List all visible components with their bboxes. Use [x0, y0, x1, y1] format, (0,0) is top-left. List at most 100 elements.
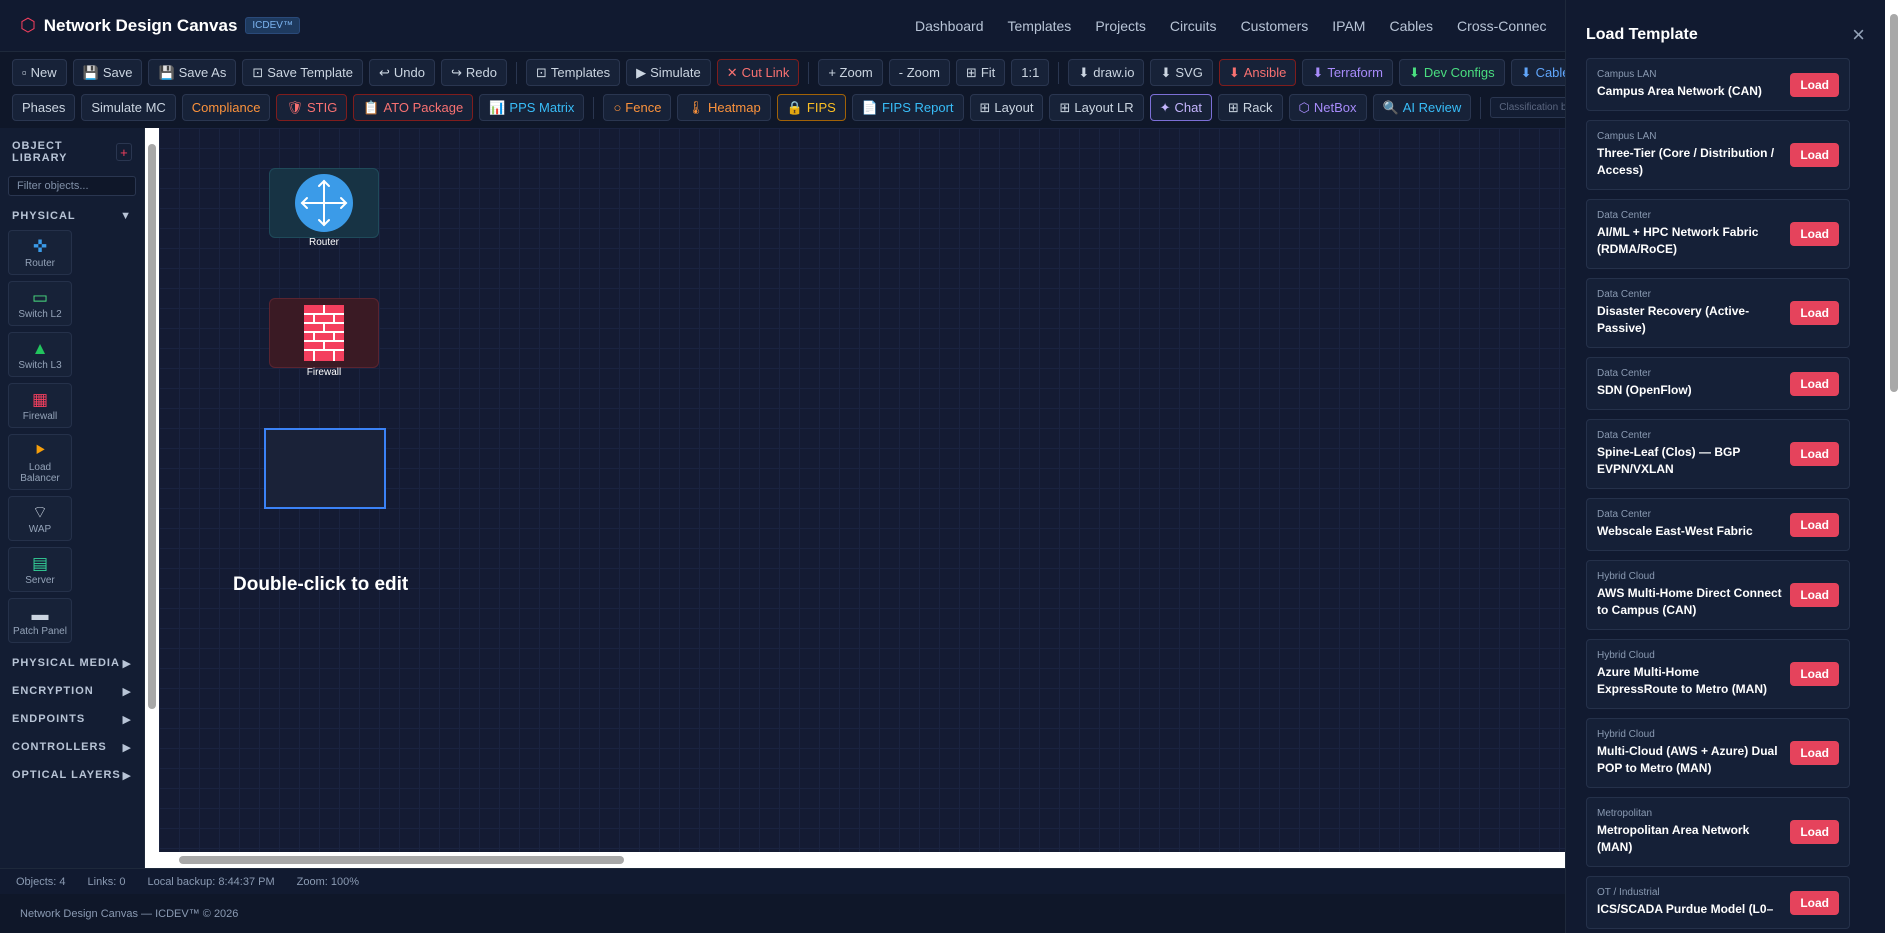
nav-templates[interactable]: Templates: [1008, 18, 1072, 34]
dev-configs-button[interactable]: ⬇ Dev Configs: [1398, 59, 1505, 86]
caret-right-icon: ▶: [122, 713, 132, 726]
layout-button[interactable]: ⊞ Layout: [969, 94, 1044, 121]
section-controllers[interactable]: CONTROLLERS ▶: [0, 733, 144, 761]
library-item-patch-panel[interactable]: ▬ Patch Panel: [8, 598, 72, 643]
panel-scrollbar[interactable]: [1885, 0, 1904, 933]
templates-button[interactable]: ⊡ Templates: [525, 59, 621, 86]
section-encryption[interactable]: ENCRYPTION ▶: [0, 677, 144, 705]
load-template-button[interactable]: Load: [1790, 512, 1839, 537]
chat-button[interactable]: ✦ Chat: [1149, 94, 1213, 121]
load-template-button[interactable]: Load: [1790, 890, 1839, 915]
layout-lr-button[interactable]: ⊞ Layout LR: [1049, 94, 1144, 121]
load-template-button[interactable]: Load: [1790, 442, 1839, 466]
design-canvas[interactable]: Router Firewall Double-click to edit: [159, 128, 1565, 852]
simulate-mc-button[interactable]: Simulate MC: [81, 94, 176, 121]
zoom-in-button[interactable]: + Zoom: [818, 59, 883, 86]
brand[interactable]: ⬡ Network Design Canvas ICDEV™: [0, 15, 300, 36]
save-button[interactable]: 💾 Save: [72, 59, 143, 86]
ai-review-button[interactable]: 🔍 AI Review: [1372, 94, 1472, 121]
export-terraform-button[interactable]: ⬇ Terraform: [1302, 59, 1393, 86]
load-template-button[interactable]: Load: [1790, 222, 1839, 246]
heatmap-button[interactable]: 🌡 Heatmap: [677, 94, 771, 121]
library-item-router[interactable]: ✜ Router: [8, 230, 72, 275]
load-template-button[interactable]: Load: [1790, 820, 1839, 844]
phases-button[interactable]: Phases: [12, 94, 76, 121]
netbox-button[interactable]: ⬡ NetBox: [1288, 94, 1367, 121]
section-physical[interactable]: PHYSICAL ▼: [0, 202, 144, 230]
template-card[interactable]: Data Center Webscale East-West Fabric Load: [1586, 498, 1850, 551]
template-card[interactable]: Campus LAN Three-Tier (Core / Distributio…: [1586, 120, 1850, 190]
export-drawio-button[interactable]: ⬇ draw.io: [1068, 59, 1145, 86]
scrollbar-thumb[interactable]: [179, 856, 624, 864]
library-item-switch-l3[interactable]: ▲ Switch L3: [8, 332, 72, 377]
actual-size-button[interactable]: 1:1: [1011, 59, 1050, 86]
library-item-server[interactable]: ▤ Server: [8, 547, 72, 592]
template-card[interactable]: Data Center SDN (OpenFlow) Load: [1586, 357, 1850, 410]
save-template-button[interactable]: ⊡ Save Template: [242, 59, 364, 86]
library-item-switch-l2[interactable]: ▭ Switch L2: [8, 281, 72, 326]
cable-plant-button[interactable]: ⬇Cable Plant: [1510, 59, 1565, 86]
ato-package-button[interactable]: 📋 ATO Package: [353, 94, 474, 121]
library-item-load-balancer[interactable]: ⯈ Load Balancer: [8, 434, 72, 490]
add-object-button[interactable]: +: [115, 143, 132, 161]
close-icon[interactable]: ×: [1852, 22, 1865, 48]
cut-link-button[interactable]: ✕ Cut Link: [716, 59, 800, 86]
fence-button[interactable]: ○ Fence: [603, 94, 672, 121]
template-card[interactable]: Data Center Disaster Recovery (Active-Pas…: [1586, 278, 1850, 348]
toolbar-secondary: Phases Simulate MC Compliance 🛡 STIG 📋 ATO…: [0, 90, 1565, 125]
pps-matrix-button[interactable]: 📊 PPS Matrix: [479, 94, 585, 121]
template-card[interactable]: Hybrid Cloud AWS Multi-Home Direct Connec…: [1586, 560, 1850, 630]
nav-dashboard[interactable]: Dashboard: [915, 18, 984, 34]
template-card[interactable]: OT / Industrial ICS/SCADA Purdue Model (L…: [1586, 876, 1850, 929]
load-template-button[interactable]: Load: [1790, 662, 1839, 686]
undo-button[interactable]: ↩ Undo: [369, 59, 435, 86]
rack-button[interactable]: ⊞ Rack: [1218, 94, 1283, 121]
library-item-wap[interactable]: ⌔ WAP: [8, 496, 72, 541]
nav-cross-connect[interactable]: Cross-Connec: [1457, 18, 1546, 34]
template-card[interactable]: Data Center Spine-Leaf (Clos) — BGP EVPN/…: [1586, 419, 1850, 489]
export-ansible-button[interactable]: ⬇ Ansible: [1218, 59, 1297, 86]
scrollbar-thumb[interactable]: [148, 144, 156, 709]
nav-projects[interactable]: Projects: [1095, 18, 1146, 34]
canvas-horizontal-scrollbar[interactable]: [159, 852, 1565, 868]
section-physical-media[interactable]: PHYSICAL MEDIA ▶: [0, 649, 144, 677]
router-node[interactable]: [269, 168, 379, 238]
load-template-button[interactable]: Load: [1790, 72, 1839, 97]
new-button[interactable]: ▫ New: [12, 59, 67, 86]
compliance-button[interactable]: Compliance: [181, 94, 271, 121]
template-card[interactable]: Campus LAN Campus Area Network (CAN) Load: [1586, 58, 1850, 111]
redo-button[interactable]: ↪ Redo: [441, 59, 507, 86]
section-optical-layers[interactable]: OPTICAL LAYERS ▶: [0, 761, 144, 789]
filter-objects-input[interactable]: Filter objects...: [8, 176, 136, 196]
template-card[interactable]: Hybrid Cloud Azure Multi-Home ExpressRout…: [1586, 639, 1850, 709]
sidebar-scrollbar[interactable]: [145, 128, 159, 868]
template-card[interactable]: Data Center AI/ML + HPC Network Fabric (R…: [1586, 199, 1850, 269]
save-as-button[interactable]: 💾 Save As: [148, 59, 237, 86]
simulate-button[interactable]: ▶ Simulate: [626, 59, 711, 86]
load-template-button[interactable]: Load: [1790, 371, 1839, 396]
fips-button[interactable]: 🔒 FIPS: [776, 94, 846, 121]
nav-ipam[interactable]: IPAM: [1332, 18, 1365, 34]
selected-text-node[interactable]: [264, 428, 386, 509]
firewall-node[interactable]: [269, 298, 379, 368]
template-card[interactable]: Hybrid Cloud Multi-Cloud (AWS + Azure) Du…: [1586, 718, 1850, 788]
load-template-button[interactable]: Load: [1790, 143, 1839, 167]
load-template-button[interactable]: Load: [1790, 741, 1839, 765]
library-item-firewall[interactable]: ▦ Firewall: [8, 383, 72, 428]
fit-button[interactable]: ⊞ Fit: [955, 59, 1006, 86]
export-svg-button[interactable]: ⬇ SVG: [1150, 59, 1213, 86]
template-card[interactable]: Metropolitan Metropolitan Area Network (M…: [1586, 797, 1850, 867]
fips-report-button[interactable]: 📄 FIPS Report: [851, 94, 964, 121]
scrollbar-thumb[interactable]: [1890, 14, 1898, 392]
zoom-out-button[interactable]: - Zoom: [888, 59, 950, 86]
nav-circuits[interactable]: Circuits: [1170, 18, 1217, 34]
nav-customers[interactable]: Customers: [1241, 18, 1309, 34]
stig-button[interactable]: 🛡 STIG: [276, 94, 348, 121]
load-template-button[interactable]: Load: [1790, 301, 1839, 325]
nav-cables[interactable]: Cables: [1389, 18, 1433, 34]
section-endpoints[interactable]: ENDPOINTS ▶: [0, 705, 144, 733]
template-info: Data Center AI/ML + HPC Network Fabric (R…: [1597, 210, 1782, 258]
classification-banner-input[interactable]: Classification banner...: [1490, 97, 1565, 118]
load-template-button[interactable]: Load: [1790, 583, 1839, 607]
divider: [1480, 96, 1482, 119]
